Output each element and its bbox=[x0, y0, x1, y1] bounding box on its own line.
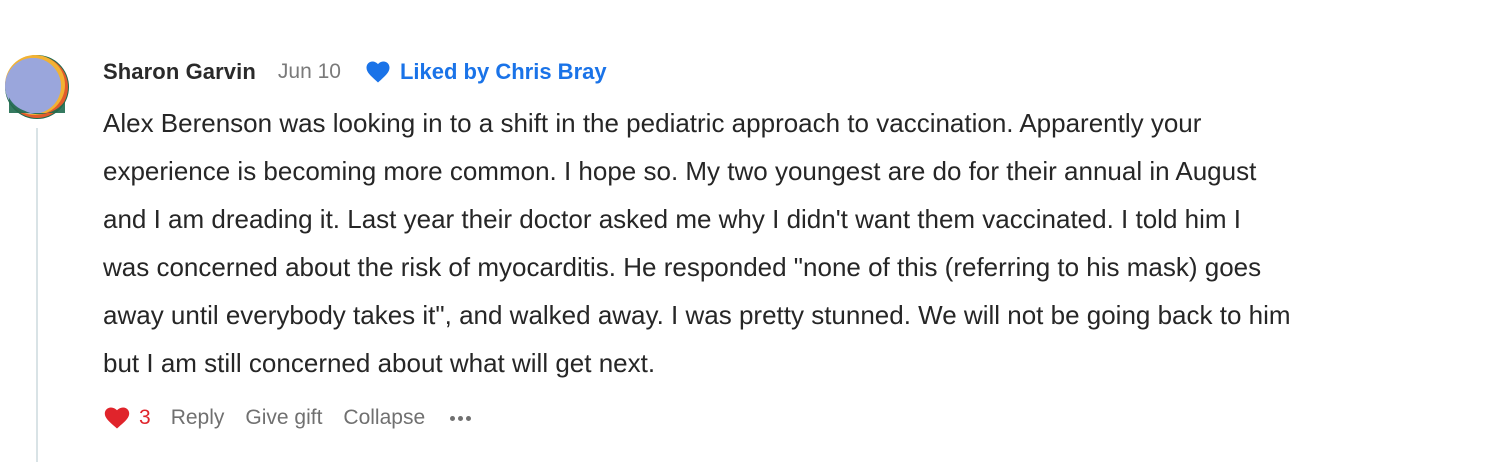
author-name[interactable]: Sharon Garvin bbox=[103, 59, 256, 85]
ellipsis-icon[interactable] bbox=[450, 408, 472, 428]
comment-date[interactable]: Jun 10 bbox=[278, 60, 341, 84]
give-gift-button[interactable]: Give gift bbox=[245, 406, 322, 430]
like-button[interactable]: 3 bbox=[103, 406, 151, 430]
comment-body: Alex Berenson was looking in to a shift … bbox=[103, 108, 1291, 378]
liked-by-text: Liked by Chris Bray bbox=[399, 59, 607, 84]
comment-actions: 3 Reply Give gift Collapse bbox=[103, 400, 1483, 436]
liked-by-badge: Liked by Chris Bray bbox=[365, 59, 607, 85]
avatar[interactable] bbox=[3, 53, 71, 121]
comment: Sharon Garvin Jun 10 Liked by Chris Bray… bbox=[103, 52, 1483, 436]
previous-comment-cutoff bbox=[230, 0, 470, 3]
dot bbox=[458, 415, 464, 421]
comment-page: Sharon Garvin Jun 10 Liked by Chris Bray… bbox=[0, 0, 1496, 462]
avatar-image bbox=[5, 55, 69, 119]
dot bbox=[466, 415, 472, 421]
thread-line[interactable] bbox=[36, 128, 38, 462]
heart-icon bbox=[366, 61, 390, 83]
dot bbox=[450, 415, 456, 421]
comment-meta: Sharon Garvin Jun 10 Liked by Chris Bray bbox=[103, 52, 1483, 92]
reply-button[interactable]: Reply bbox=[171, 406, 225, 430]
like-count: 3 bbox=[139, 406, 151, 429]
heart-icon bbox=[104, 407, 130, 429]
collapse-button[interactable]: Collapse bbox=[343, 406, 425, 430]
